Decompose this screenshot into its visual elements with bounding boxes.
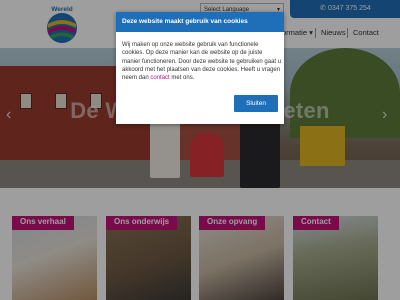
cookie-modal: Deze website maakt gebruik van cookies W…: [116, 12, 284, 124]
cookie-modal-text: Wij maken op onze website gebruik van fu…: [122, 42, 282, 82]
close-button[interactable]: Sluiten: [234, 95, 278, 112]
cookie-modal-title: Deze website maakt gebruik van cookies: [116, 12, 284, 32]
cookie-modal-text-end: met ons.: [169, 75, 195, 82]
contact-link[interactable]: contact: [150, 75, 169, 81]
cookie-modal-body: Wij maken op onze website gebruik van fu…: [122, 41, 282, 82]
